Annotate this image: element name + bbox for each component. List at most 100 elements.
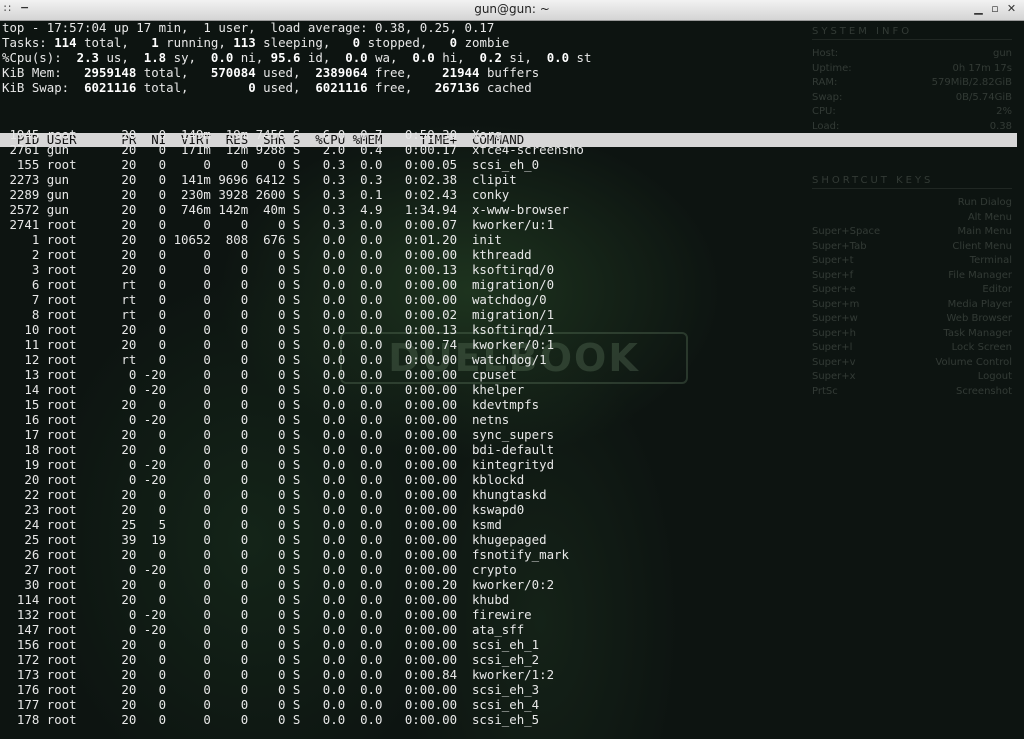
summary-text: sy, — [166, 50, 211, 65]
summary-line: Tasks: 114 total, 1 running, 113 sleepin… — [2, 35, 509, 50]
conky-row: PrtSc Screenshot — [812, 386, 1012, 401]
summary-value: 114 — [54, 35, 77, 50]
table-row: 1945 root 20 0 149m 19m 7456 S 6.0 0.7 0… — [2, 127, 502, 142]
table-row: 2761 gun 20 0 171m 12m 9288 S 2.0 0.4 0:… — [2, 142, 584, 157]
conky-key: Super+Tab — [812, 240, 867, 252]
table-row: 176 root 20 0 0 0 0 S 0.0 0.0 0:00.00 sc… — [2, 682, 540, 697]
conky-key: Super+e — [812, 284, 856, 295]
conky-value: 0B/5.74GiB — [955, 91, 1012, 103]
summary-text: wa, — [367, 50, 413, 65]
conky-key: Swap: — [812, 91, 843, 103]
summary-value: 1.8 — [143, 50, 167, 65]
summary-text: sleeping, — [255, 35, 353, 50]
summary-value: 6021116 — [84, 80, 137, 95]
window-title: gun@gun: ~ — [474, 2, 550, 16]
summary-text: %Cpu(s): — [2, 50, 77, 65]
close-icon[interactable]: ✕ — [1005, 2, 1018, 15]
conky-value: gun — [992, 48, 1012, 59]
conky-value: Lock Screen — [951, 342, 1012, 353]
summary-value: 2959148 — [84, 65, 137, 80]
summary-value: 2389064 — [315, 65, 368, 80]
conky-row: Run Dialog — [812, 197, 1012, 212]
summary-value: 267136 — [434, 80, 480, 95]
summary-text: ni, — [233, 50, 271, 65]
summary-text: buffers — [479, 65, 540, 80]
table-row: 132 root 0 -20 0 0 0 S 0.0 0.0 0:00.00 f… — [2, 607, 532, 622]
table-row: 30 root 20 0 0 0 0 S 0.0 0.0 0:00.20 kwo… — [2, 577, 555, 592]
table-row: 23 root 20 0 0 0 0 S 0.0 0.0 0:00.00 ksw… — [2, 502, 525, 517]
conky-row: Alt Menu — [812, 212, 1012, 227]
table-row: 16 root 0 -20 0 0 0 S 0.0 0.0 0:00.00 ne… — [2, 412, 510, 427]
conky-value: Client Menu — [952, 240, 1012, 252]
conky-key: Uptime: — [812, 62, 852, 74]
conky-key: Super+t — [812, 255, 854, 266]
conky-row: Super+w Web Browser — [812, 313, 1012, 328]
summary-value: 0.0 — [546, 50, 570, 65]
summary-value: 1 — [151, 35, 159, 50]
table-row: 17 root 20 0 0 0 0 S 0.0 0.0 0:00.00 syn… — [2, 427, 555, 442]
conky-row: Super+h Task Manager — [812, 328, 1012, 343]
conky-value: Editor — [982, 284, 1012, 295]
conky-value: Screenshot — [956, 385, 1012, 397]
summary-text: total, — [136, 65, 211, 80]
table-row: 25 root 39 19 0 0 0 S 0.0 0.0 0:00.00 kh… — [2, 532, 547, 547]
table-row: 20 root 0 -20 0 0 0 S 0.0 0.0 0:00.00 kb… — [2, 472, 525, 487]
conky-shortcut-list: Run Dialog Alt Menu Super+Space Main Menu Su… — [812, 197, 1012, 400]
conky-key: Super+h — [812, 327, 857, 339]
table-row: 10 root 20 0 0 0 0 S 0.0 0.0 0:00.13 kso… — [2, 322, 555, 337]
summary-value: 21944 — [442, 65, 480, 80]
summary-text: zombie — [457, 35, 510, 50]
table-row: 178 root 20 0 0 0 0 S 0.0 0.0 0:00.00 sc… — [2, 712, 540, 727]
table-row: 156 root 20 0 0 0 0 S 0.0 0.0 0:00.00 sc… — [2, 637, 540, 652]
summary-text: total, — [136, 80, 249, 95]
window-controls: ▁ ▫ ✕ — [972, 2, 1018, 15]
conky-row: Super+e Editor — [812, 284, 1012, 299]
table-row: 19 root 0 -20 0 0 0 S 0.0 0.0 0:00.00 ki… — [2, 457, 555, 472]
summary-text: st — [569, 50, 592, 65]
summary-value: 95.6 — [270, 50, 301, 65]
conky-value: Terminal — [969, 255, 1012, 266]
summary-text: si, — [501, 50, 547, 65]
minimize-icon[interactable]: ▁ — [972, 2, 985, 15]
table-row: 177 root 20 0 0 0 0 S 0.0 0.0 0:00.00 sc… — [2, 697, 540, 712]
conky-system-title: SYSTEM INFO — [812, 26, 1012, 40]
table-row: 13 root 0 -20 0 0 0 S 0.0 0.0 0:00.00 cp… — [2, 367, 517, 382]
table-row: 27 root 0 -20 0 0 0 S 0.0 0.0 0:00.00 cr… — [2, 562, 517, 577]
conky-key: Super+Space — [812, 226, 881, 237]
terminal-window: ∷ − gun@gun: ~ ▁ ▫ ✕ DUELBOOK SYSTEM INF… — [0, 0, 1024, 739]
conky-value: File Manager — [948, 269, 1012, 281]
conky-row: Super+Tab Client Menu — [812, 241, 1012, 256]
summary-text: KiB Mem: — [2, 65, 85, 80]
table-row: 172 root 20 0 0 0 0 S 0.0 0.0 0:00.00 sc… — [2, 652, 540, 667]
summary-value: 0.0 — [345, 50, 368, 65]
summary-value: 2.3 — [76, 50, 99, 65]
table-row: 2289 gun 20 0 230m 3928 2600 S 0.3 0.1 0… — [2, 187, 510, 202]
table-row: 155 root 20 0 0 0 0 S 0.3 0.0 0:00.05 sc… — [2, 157, 540, 172]
conky-value: 0h 17m 17s — [952, 62, 1012, 74]
conky-value: Main Menu — [957, 226, 1012, 237]
conky-key: Super+m — [812, 298, 860, 310]
maximize-icon[interactable]: ▫ — [989, 2, 1002, 15]
table-row: 12 root rt 0 0 0 0 S 0.0 0.0 0:00.00 wat… — [2, 352, 547, 367]
conky-row: Super+f File Manager — [812, 270, 1012, 285]
table-row: 2273 gun 20 0 141m 9696 6412 S 0.3 0.3 0… — [2, 172, 517, 187]
table-row: 114 root 20 0 0 0 0 S 0.0 0.0 0:00.00 kh… — [2, 592, 510, 607]
table-row: 6 root rt 0 0 0 0 S 0.0 0.0 0:00.00 migr… — [2, 277, 555, 292]
conky-shortcut-title: SHORTCUT KEYS — [812, 175, 1012, 189]
summary-value: 0 — [248, 80, 256, 95]
conky-key: Super+v — [812, 356, 856, 368]
summary-text: cached — [479, 80, 532, 95]
summary-text: free, — [367, 80, 435, 95]
conky-row: Super+v Volume Control — [812, 357, 1012, 372]
conky-row: Host: gun — [812, 48, 1012, 63]
table-row: 147 root 0 -20 0 0 0 S 0.0 0.0 0:00.00 a… — [2, 622, 525, 637]
table-row: 22 root 20 0 0 0 0 S 0.0 0.0 0:00.00 khu… — [2, 487, 547, 502]
conky-value: Web Browser — [946, 313, 1012, 324]
conky-key: RAM: — [812, 77, 838, 88]
summary-value: 570084 — [210, 65, 256, 80]
conky-value: Media Player — [947, 298, 1012, 310]
title-bar[interactable]: ∷ − gun@gun: ~ ▁ ▫ ✕ — [0, 0, 1024, 21]
table-row: 2741 root 20 0 0 0 0 S 0.3 0.0 0:00.07 k… — [2, 217, 555, 232]
summary-text: hi, — [434, 50, 480, 65]
summary-value: 0.2 — [479, 50, 502, 65]
